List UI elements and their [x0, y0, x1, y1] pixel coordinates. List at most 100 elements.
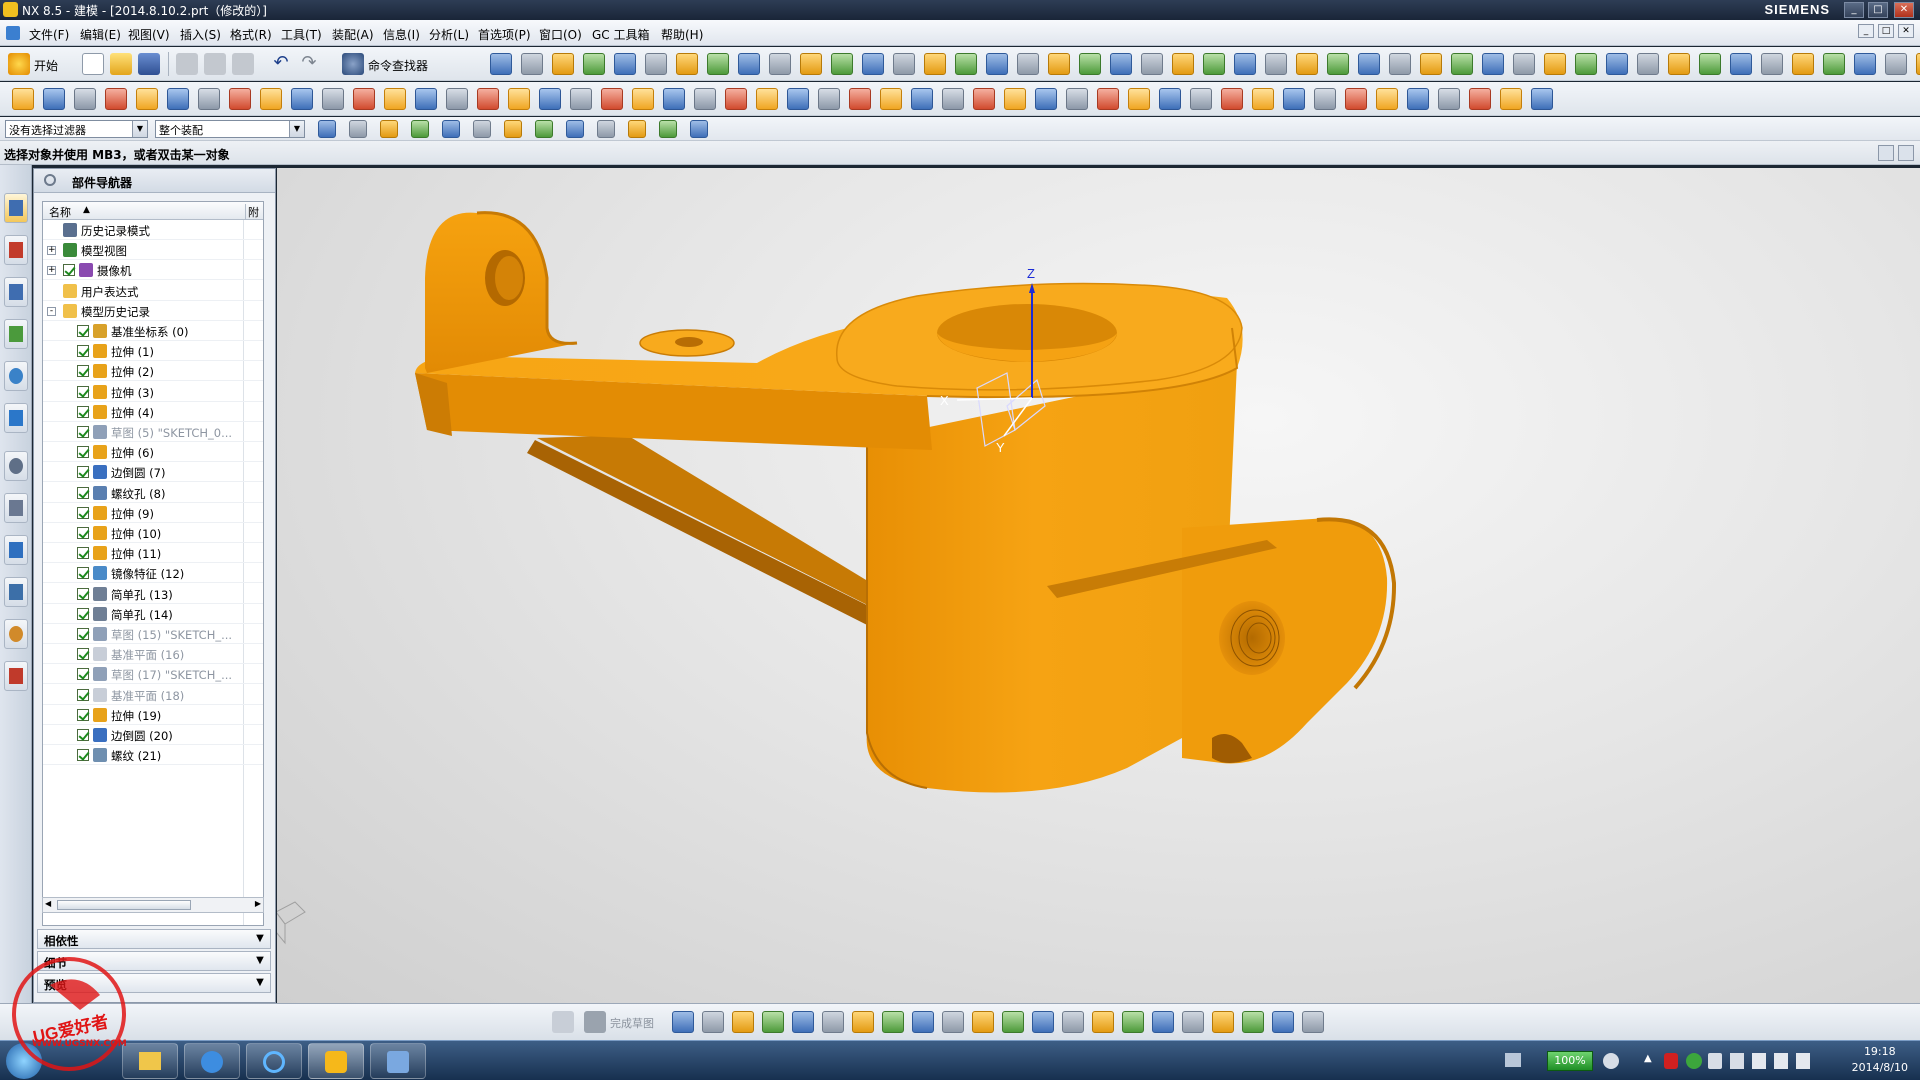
undo-icon[interactable]: ↶ [270, 53, 292, 75]
standard-tool-icon[interactable] [1079, 53, 1101, 75]
tree-row[interactable]: 拉伸 (19) [43, 705, 263, 725]
tree-row[interactable]: 基准平面 (18) [43, 685, 263, 705]
start-icon[interactable] [8, 53, 30, 75]
standard-tool-icon[interactable] [1761, 53, 1783, 75]
feature-tool-icon[interactable] [1407, 88, 1429, 110]
maximize-button[interactable]: □ [1868, 2, 1888, 18]
tree-row[interactable]: + 摄像机 [43, 260, 263, 281]
feature-tool-icon[interactable] [167, 88, 189, 110]
sketch-tool-icon[interactable] [792, 1011, 814, 1033]
tree-row[interactable]: 基准平面 (16) [43, 644, 263, 665]
tree-row[interactable]: 边倒圆 (20) [43, 725, 263, 745]
standard-tool-icon[interactable] [800, 53, 822, 75]
feature-tool-icon[interactable] [415, 88, 437, 110]
standard-tool-icon[interactable] [1048, 53, 1070, 75]
menu-window[interactable]: 窗口(O) [539, 26, 582, 43]
menu-insert[interactable]: 插入(S) [180, 26, 221, 43]
standard-tool-icon[interactable] [1265, 53, 1287, 75]
feature-tool-icon[interactable] [756, 88, 778, 110]
fullscreen-icon[interactable] [1898, 145, 1914, 161]
feature-tool-icon[interactable] [229, 88, 251, 110]
visibility-checkbox[interactable] [77, 385, 89, 398]
tree-row[interactable]: 基准坐标系 (0) [43, 321, 263, 341]
selection-tool-icon[interactable] [535, 120, 553, 138]
standard-tool-icon[interactable] [1730, 53, 1752, 75]
scroll-right-icon[interactable]: ▶ [255, 899, 261, 908]
visibility-checkbox[interactable] [77, 527, 89, 539]
selection-tool-icon[interactable] [504, 120, 522, 138]
visibility-checkbox[interactable] [77, 708, 89, 721]
sketch-tool-icon[interactable] [732, 1011, 754, 1033]
menu-help[interactable]: 帮助(H) [661, 26, 703, 43]
feature-tool-icon[interactable] [1159, 88, 1181, 110]
sketch-tool-icon[interactable] [1242, 1011, 1264, 1033]
feature-tool-icon[interactable] [291, 88, 313, 110]
standard-tool-icon[interactable] [1451, 53, 1473, 75]
feature-tool-icon[interactable] [1004, 88, 1026, 110]
standard-tool-icon[interactable] [1203, 53, 1225, 75]
feature-tool-icon[interactable] [849, 88, 871, 110]
doc-close-button[interactable]: ✕ [1898, 24, 1914, 38]
part-navigator-tab[interactable] [4, 277, 28, 307]
feature-tool-icon[interactable] [1097, 88, 1119, 110]
sketch-tool-icon[interactable] [1122, 1011, 1144, 1033]
doc-restore-button[interactable]: □ [1878, 24, 1894, 38]
standard-tool-icon[interactable] [955, 53, 977, 75]
tree-row[interactable]: 螺纹孔 (8) [43, 483, 263, 503]
finish-sketch-icon[interactable] [584, 1011, 606, 1033]
feature-tool-icon[interactable] [105, 88, 127, 110]
standard-tool-icon[interactable] [1916, 53, 1920, 75]
sketch-tool-icon[interactable] [882, 1011, 904, 1033]
feature-tool-icon[interactable] [1376, 88, 1398, 110]
tree-row[interactable]: 草图 (15) "SKETCH_... [43, 624, 263, 644]
feature-tool-icon[interactable] [1221, 88, 1243, 110]
palettes-tab[interactable] [4, 661, 28, 691]
sketch-tool-icon[interactable] [1032, 1011, 1054, 1033]
feature-tool-icon[interactable] [1438, 88, 1460, 110]
copy-icon[interactable] [204, 53, 226, 75]
visibility-checkbox[interactable] [77, 325, 89, 337]
standard-tool-icon[interactable] [1699, 53, 1721, 75]
flag-icon[interactable] [1752, 1053, 1766, 1069]
visibility-checkbox[interactable] [77, 729, 89, 741]
menu-assembly[interactable]: 装配(A) [332, 26, 374, 43]
feature-tool-icon[interactable] [694, 88, 716, 110]
standard-tool-icon[interactable] [1668, 53, 1690, 75]
visibility-checkbox[interactable] [77, 688, 89, 701]
tree-row[interactable]: 拉伸 (1) [43, 341, 263, 362]
start-button[interactable]: 开始 [34, 57, 58, 74]
visibility-checkbox[interactable] [77, 405, 89, 418]
feature-tool-icon[interactable] [1345, 88, 1367, 110]
standard-tool-icon[interactable] [614, 53, 636, 75]
feature-tool-icon[interactable] [384, 88, 406, 110]
sketch-tool-icon[interactable] [942, 1011, 964, 1033]
feature-tool-icon[interactable] [1252, 88, 1274, 110]
new-file-icon[interactable] [82, 53, 104, 75]
visibility-checkbox[interactable] [77, 567, 89, 580]
feature-tool-icon[interactable] [446, 88, 468, 110]
standard-tool-icon[interactable] [1637, 53, 1659, 75]
column-attach-header[interactable]: 附 [245, 204, 259, 220]
selection-tool-icon[interactable] [318, 120, 336, 138]
section-dependencies[interactable]: 相依性 ▼ [37, 929, 271, 949]
tree-row[interactable]: 边倒圆 (7) [43, 462, 263, 483]
standard-tool-icon[interactable] [490, 53, 512, 75]
menu-gc-toolbox[interactable]: GC 工具箱 [592, 26, 650, 43]
tree-row[interactable]: + 模型视图 [43, 240, 263, 261]
feature-tool-icon[interactable] [508, 88, 530, 110]
selection-tool-icon[interactable] [690, 120, 708, 138]
standard-tool-icon[interactable] [1854, 53, 1876, 75]
manufacturing-wizard-tab[interactable] [4, 577, 28, 607]
feature-tool-icon[interactable] [260, 88, 282, 110]
tree-row[interactable]: 螺纹 (21) [43, 745, 263, 766]
feature-tool-icon[interactable] [1035, 88, 1057, 110]
feature-tool-icon[interactable] [973, 88, 995, 110]
sketch-tool-icon[interactable] [1002, 1011, 1024, 1033]
feature-tool-icon[interactable] [1190, 88, 1212, 110]
feature-tool-icon[interactable] [539, 88, 561, 110]
feature-tool-icon[interactable] [322, 88, 344, 110]
standard-tool-icon[interactable] [676, 53, 698, 75]
cut-icon[interactable] [176, 53, 198, 75]
taskbar-nx[interactable] [308, 1043, 364, 1079]
tray-expand-icon[interactable]: ▲ [1644, 1053, 1652, 1064]
